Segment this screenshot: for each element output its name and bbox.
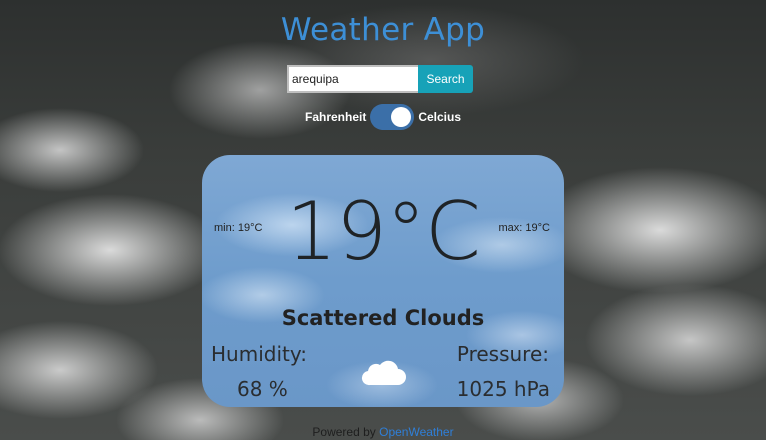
cloud-icon — [361, 360, 406, 386]
search-button[interactable]: Search — [418, 65, 473, 93]
footer-prefix: Powered by — [312, 425, 376, 439]
weather-description: Scattered Clouds — [281, 306, 485, 330]
search-bar: Search — [287, 65, 473, 93]
switch-knob[interactable] — [391, 107, 412, 127]
unit-toggle: Fahrenheit Celcius — [0, 104, 766, 130]
footer: Powered by OpenWeather — [0, 425, 766, 439]
humidity-label: Humidity: — [211, 342, 307, 366]
pressure-value: 1025 hPa — [456, 377, 550, 401]
weather-card: min: 19°C max: 19°C 19°C Scattered Cloud… — [202, 155, 564, 407]
app-title: Weather App — [280, 12, 486, 48]
humidity-value: 68 % — [237, 377, 288, 401]
fahrenheit-label[interactable]: Fahrenheit — [305, 110, 366, 124]
pressure-label: Pressure: — [456, 342, 549, 366]
openweather-link[interactable]: OpenWeather — [379, 425, 454, 439]
celcius-label[interactable]: Celcius — [418, 110, 461, 124]
current-temperature: 19°C — [286, 185, 481, 278]
unit-switch[interactable] — [370, 104, 415, 130]
city-search-input[interactable] — [287, 65, 418, 93]
